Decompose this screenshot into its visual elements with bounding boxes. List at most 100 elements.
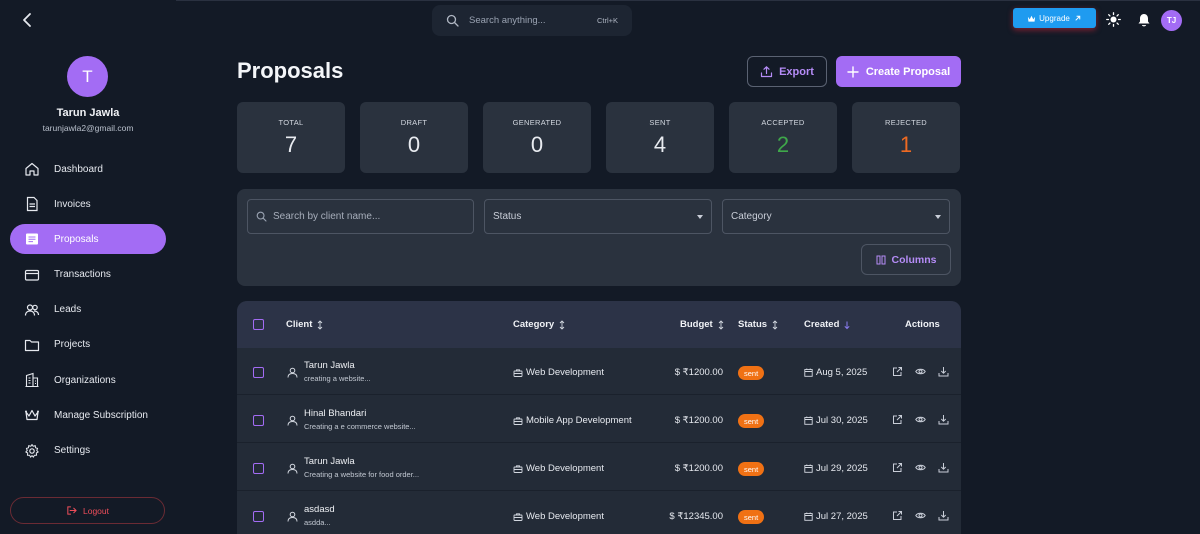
- table-row[interactable]: Hinal Bhandari Creating a e commerce web…: [237, 396, 961, 443]
- status-badge: sent: [738, 414, 765, 428]
- download-icon[interactable]: [938, 510, 949, 521]
- eye-icon[interactable]: [915, 510, 926, 521]
- client-name: asdasd: [304, 504, 335, 515]
- client-search-input[interactable]: Search by client name...: [247, 199, 474, 234]
- header-client[interactable]: Client: [286, 319, 324, 330]
- eye-icon[interactable]: [915, 462, 926, 473]
- profile-name: Tarun Jawla: [56, 107, 120, 119]
- sidebar-item-label: Transactions: [54, 269, 111, 281]
- sidebar: T Tarun Jawla tarunjawla2@gmail.com Dash…: [0, 0, 176, 534]
- stat-label: TOTAL: [278, 118, 304, 127]
- search-icon: [446, 14, 459, 27]
- table-header: Client Category Budget Status Created Ac…: [237, 301, 961, 348]
- stat-card-total: TOTAL 7: [237, 102, 345, 173]
- category-cell: Web Development: [513, 511, 604, 522]
- header-created[interactable]: Created: [804, 319, 851, 330]
- sort-icon: [559, 319, 565, 330]
- sidebar-item-organizations[interactable]: Organizations: [10, 365, 166, 395]
- global-search-placeholder: Search anything...: [469, 15, 546, 26]
- created-date: Jul 27, 2025: [816, 511, 868, 522]
- client-description: creating a website...: [304, 374, 371, 383]
- sidebar-item-dashboard[interactable]: Dashboard: [10, 154, 166, 184]
- table-row[interactable]: asdasd asdda... Web Development $ ₹12345…: [237, 492, 961, 534]
- export-label: Export: [779, 65, 814, 78]
- table-row[interactable]: Tarun Jawla creating a website... Web De…: [237, 348, 961, 395]
- sidebar-item-projects[interactable]: Projects: [10, 330, 166, 360]
- download-icon[interactable]: [938, 462, 949, 473]
- row-checkbox[interactable]: [253, 367, 264, 378]
- client-cell: Hinal Bhandari Creating a e commerce web…: [287, 408, 416, 431]
- logout-label: Logout: [83, 505, 109, 516]
- create-proposal-button[interactable]: Create Proposal: [836, 56, 961, 87]
- user-icon: [287, 511, 298, 522]
- row-checkbox[interactable]: [253, 511, 264, 522]
- columns-label: Columns: [891, 253, 937, 266]
- chevron-left-icon[interactable]: [18, 10, 38, 30]
- stat-card-generated: GENERATED 0: [483, 102, 591, 173]
- file-icon: [26, 197, 38, 212]
- stat-value: 0: [530, 132, 544, 157]
- external-link-icon: [1075, 15, 1081, 21]
- columns-button[interactable]: Columns: [861, 244, 951, 275]
- category-label: Web Development: [526, 511, 604, 522]
- header-budget-label: Budget: [680, 319, 713, 330]
- category-label: Web Development: [526, 367, 604, 378]
- sidebar-item-invoices[interactable]: Invoices: [10, 189, 166, 219]
- status-badge: sent: [738, 510, 765, 524]
- briefcase-icon: [513, 512, 523, 521]
- client-description: Creating a e commerce website...: [304, 422, 416, 431]
- calendar-icon: [804, 368, 813, 377]
- external-link-icon[interactable]: [892, 366, 903, 377]
- user-avatar[interactable]: TJ: [1161, 10, 1182, 31]
- download-icon[interactable]: [938, 366, 949, 377]
- top-border: [0, 0, 1200, 1]
- table-row[interactable]: Tarun Jawla Creating a website for food …: [237, 444, 961, 491]
- sidebar-item-manage-subscription[interactable]: Manage Subscription: [10, 400, 166, 430]
- columns-icon: [876, 255, 886, 264]
- client-name: Hinal Bhandari: [304, 408, 367, 419]
- sun-icon[interactable]: [1106, 12, 1121, 27]
- export-button[interactable]: Export: [747, 56, 827, 87]
- logout-button[interactable]: Logout: [10, 497, 165, 524]
- header-category[interactable]: Category: [513, 319, 566, 330]
- external-link-icon[interactable]: [892, 414, 903, 425]
- bell-icon[interactable]: [1137, 13, 1151, 27]
- chevron-down-icon: [935, 215, 941, 219]
- user-icon: [287, 415, 298, 426]
- calendar-icon: [804, 464, 813, 473]
- global-search[interactable]: Search anything... Ctrl+K: [432, 5, 632, 36]
- header-category-label: Category: [513, 319, 555, 330]
- sidebar-item-settings[interactable]: Settings: [10, 436, 166, 466]
- select-all-checkbox[interactable]: [253, 319, 264, 330]
- sidebar-nav: Dashboard Invoices Proposals Transaction…: [10, 154, 166, 471]
- sidebar-item-label: Dashboard: [54, 163, 103, 175]
- status-select[interactable]: Status: [484, 199, 712, 234]
- sort-down-icon: [844, 321, 850, 329]
- created-date-cell: Jul 27, 2025: [804, 511, 868, 522]
- category-cell: Mobile App Development: [513, 415, 632, 426]
- stat-value: 2: [776, 132, 790, 157]
- external-link-icon[interactable]: [892, 462, 903, 473]
- stat-card-draft: DRAFT 0: [360, 102, 468, 173]
- created-date-cell: Aug 5, 2025: [804, 367, 867, 378]
- sidebar-item-proposals[interactable]: Proposals: [10, 224, 166, 255]
- create-proposal-label: Create Proposal: [865, 65, 951, 78]
- stat-card-accepted: ACCEPTED 2: [729, 102, 837, 173]
- stat-label: SENT: [649, 118, 671, 127]
- sort-icon: [718, 319, 724, 330]
- row-checkbox[interactable]: [253, 415, 264, 426]
- upgrade-button[interactable]: Upgrade: [1013, 8, 1096, 28]
- sidebar-item-transactions[interactable]: Transactions: [10, 260, 166, 290]
- sidebar-item-leads[interactable]: Leads: [10, 295, 166, 325]
- external-link-icon[interactable]: [892, 510, 903, 521]
- header-budget[interactable]: Budget: [680, 319, 725, 330]
- eye-icon[interactable]: [915, 414, 926, 425]
- row-checkbox[interactable]: [253, 463, 264, 474]
- eye-icon[interactable]: [915, 366, 926, 377]
- category-select[interactable]: Category: [722, 199, 950, 234]
- sidebar-item-label: Settings: [54, 445, 91, 456]
- header-status[interactable]: Status: [738, 319, 779, 330]
- header-created-label: Created: [804, 319, 840, 330]
- sidebar-item-label: Organizations: [54, 374, 116, 386]
- download-icon[interactable]: [938, 414, 949, 425]
